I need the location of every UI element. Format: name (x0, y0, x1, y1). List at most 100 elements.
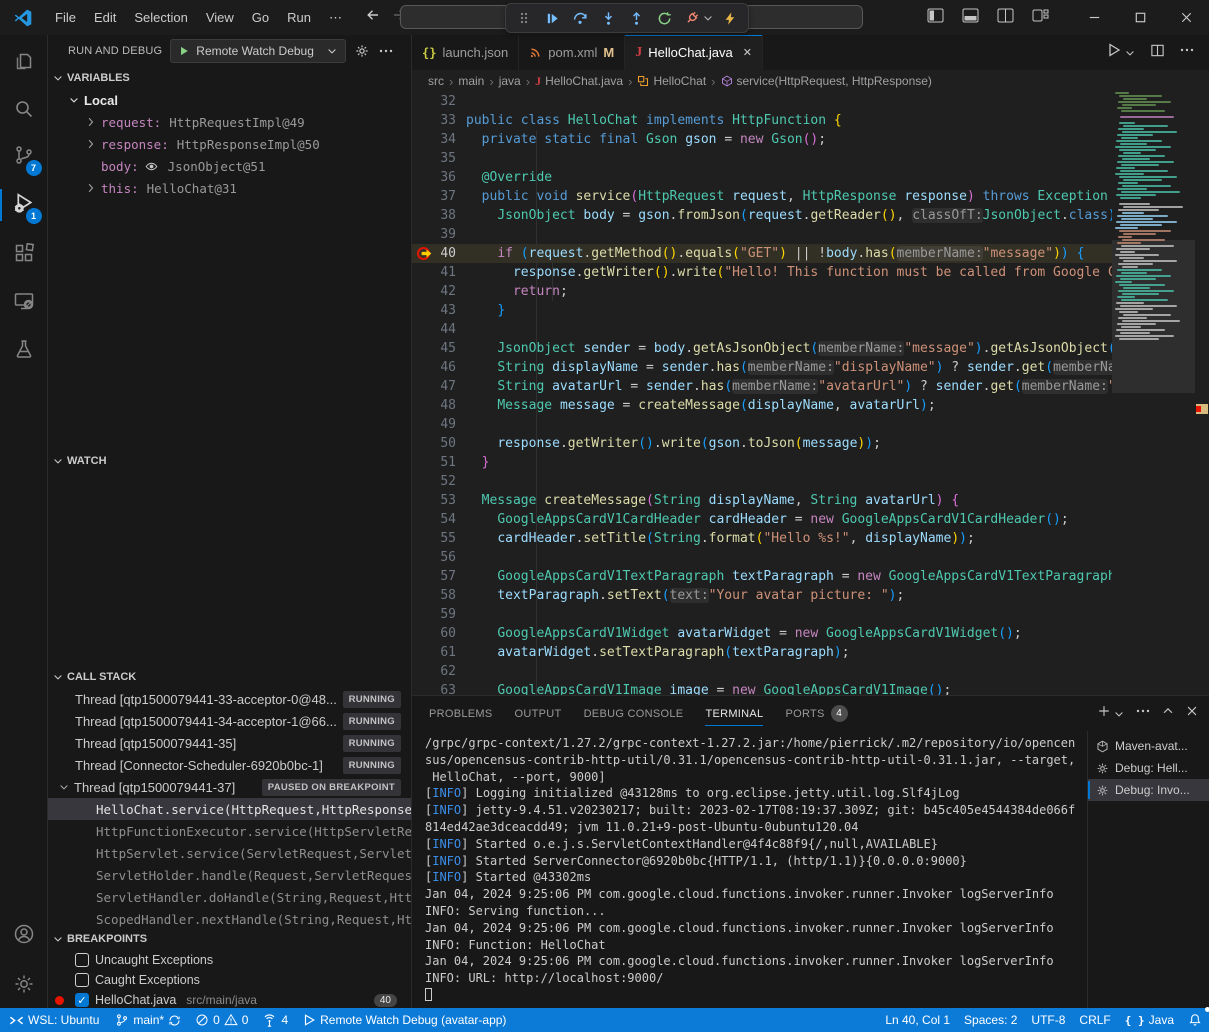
breakpoint-row[interactable]: ✓HelloChat.javasrc/main/java40 (48, 990, 411, 1008)
line-number[interactable]: 35 (438, 149, 456, 168)
breakpoint-margin[interactable] (412, 244, 438, 263)
panel-tab-ports[interactable]: PORTS4 (785, 696, 847, 731)
breakpoint-margin[interactable] (412, 662, 438, 681)
debug-restart-button[interactable] (652, 6, 676, 30)
breakpoint-margin[interactable] (412, 643, 438, 662)
thread-row[interactable]: Thread [Connector-Scheduler-6920b0bc-1]R… (48, 754, 411, 776)
language-mode-status[interactable]: { }Java (1118, 1008, 1181, 1032)
menu-item-[interactable]: ⋯ (320, 6, 351, 30)
start-debug-icon[interactable] (178, 45, 190, 57)
line-number[interactable]: 60 (438, 624, 456, 643)
line-number[interactable]: 36 (438, 168, 456, 187)
search-icon[interactable] (0, 85, 48, 133)
thread-row[interactable]: Thread [qtp1500079441-35]RUNNING (48, 732, 411, 754)
variable-row[interactable]: body:JsonObject@51 (48, 155, 411, 177)
launch-config-dropdown[interactable]: Remote Watch Debug (170, 39, 346, 63)
maximize-panel-icon[interactable] (1161, 704, 1175, 723)
new-terminal-button[interactable] (1097, 704, 1125, 723)
terminal-list-item[interactable]: Debug: Hell... (1088, 757, 1209, 779)
breakpoint-margin[interactable] (412, 320, 438, 339)
debug-stop-chevron-icon[interactable] (702, 6, 714, 30)
panel-tab-terminal[interactable]: TERMINAL (705, 696, 763, 731)
accounts-icon[interactable] (0, 910, 48, 958)
customize-layout-icon[interactable] (1032, 8, 1049, 28)
line-number[interactable]: 39 (438, 225, 456, 244)
line-number[interactable]: 62 (438, 662, 456, 681)
thread-row[interactable]: Thread [qtp1500079441-37]PAUSED ON BREAK… (48, 776, 411, 798)
minimap[interactable] (1112, 92, 1195, 695)
debug-disconnect-button[interactable] (680, 6, 704, 30)
stack-frame[interactable]: HttpFunctionExecutor.service(HttpServlet… (48, 820, 411, 842)
variables-header[interactable]: VARIABLES (48, 67, 411, 89)
breakpoint-margin[interactable] (412, 491, 438, 510)
stack-frame[interactable]: HelloChat.service(HttpRequest,HttpRespon… (48, 798, 411, 820)
stack-frame[interactable]: ScopedHandler.nextHandle(String,Request,… (48, 908, 411, 928)
debug-step-over-button[interactable] (568, 6, 592, 30)
maximize-button[interactable] (1117, 0, 1163, 35)
line-number[interactable]: 55 (438, 529, 456, 548)
breadcrumb-item[interactable]: src (428, 74, 444, 88)
line-number[interactable]: 53 (438, 491, 456, 510)
breakpoint-row[interactable]: Uncaught Exceptions (48, 950, 411, 970)
run-java-button[interactable] (1106, 42, 1136, 63)
line-number[interactable]: 38 (438, 206, 456, 225)
indentation-status[interactable]: Spaces: 2 (957, 1008, 1024, 1032)
line-number[interactable]: 54 (438, 510, 456, 529)
line-number[interactable]: 41 (438, 263, 456, 282)
terminal-list-item[interactable]: Debug: Invo... (1088, 779, 1209, 801)
cursor-position-status[interactable]: Ln 40, Col 1 (878, 1008, 957, 1032)
git-branch-status[interactable]: main* (108, 1008, 188, 1032)
line-number[interactable]: 57 (438, 567, 456, 586)
breakpoint-margin[interactable] (412, 187, 438, 206)
breakpoint-margin[interactable] (412, 377, 438, 396)
views-more-actions-icon[interactable] (378, 43, 394, 59)
breakpoint-margin[interactable] (412, 586, 438, 605)
code-editor[interactable]: 3233public class HelloChat implements Ht… (412, 92, 1209, 695)
eol-status[interactable]: CRLF (1072, 1008, 1117, 1032)
testing-icon[interactable] (0, 325, 48, 373)
breakpoint-margin[interactable] (412, 624, 438, 643)
breakpoints-header[interactable]: BREAKPOINTS (48, 928, 411, 950)
breakpoint-margin[interactable] (412, 415, 438, 434)
forwarded-ports-status[interactable]: 4 (255, 1008, 295, 1032)
editor-tab-pom-xml[interactable]: pom.xmlM (519, 35, 625, 70)
breakpoint-row[interactable]: Caught Exceptions (48, 970, 411, 990)
toggle-sidebar-icon[interactable] (927, 8, 944, 28)
breakpoint-margin[interactable] (412, 149, 438, 168)
debug-continue-button[interactable] (540, 6, 564, 30)
breakpoint-margin[interactable] (412, 548, 438, 567)
breakpoint-checkbox[interactable] (75, 953, 89, 967)
menu-item-edit[interactable]: Edit (85, 6, 125, 29)
close-button[interactable] (1163, 0, 1209, 35)
notifications-bell-icon[interactable] (1181, 1008, 1209, 1032)
watch-header[interactable]: WATCH (48, 450, 411, 472)
breakpoint-margin[interactable] (412, 111, 438, 130)
breadcrumb-item[interactable]: main (458, 74, 484, 88)
variable-row[interactable]: response:HttpResponseImpl@50 (48, 133, 411, 155)
back-button[interactable] (365, 7, 381, 28)
breakpoint-margin[interactable] (412, 567, 438, 586)
breadcrumb-item[interactable]: HelloChat (637, 74, 706, 88)
panel-more-actions-icon[interactable] (1135, 703, 1151, 724)
breakpoint-margin[interactable] (412, 472, 438, 491)
terminal-list-item[interactable]: Maven-avat... (1088, 735, 1209, 757)
eye-icon[interactable] (145, 160, 158, 173)
line-number[interactable]: 40 (438, 244, 456, 263)
line-number[interactable]: 37 (438, 187, 456, 206)
editor-tab-hellochat-java[interactable]: JHelloChat.java✕ (625, 35, 763, 70)
debug-session-status[interactable]: Remote Watch Debug (avatar-app) (295, 1008, 513, 1032)
menu-item-go[interactable]: Go (243, 6, 278, 29)
breakpoint-margin[interactable] (412, 168, 438, 187)
panel-tab-problems[interactable]: PROBLEMS (429, 696, 493, 731)
menu-item-selection[interactable]: Selection (125, 6, 196, 29)
breadcrumb-item[interactable]: service(HttpRequest, HttpResponse) (721, 74, 932, 88)
line-number[interactable]: 33 (438, 111, 456, 130)
line-number[interactable]: 34 (438, 130, 456, 149)
close-icon[interactable]: ✕ (743, 46, 752, 59)
breakpoint-margin[interactable] (412, 358, 438, 377)
split-editor-icon[interactable] (1150, 43, 1165, 63)
toolbar-grip-handle[interactable] (512, 6, 536, 30)
breakpoint-margin[interactable] (412, 453, 438, 472)
source-control-icon[interactable]: 7 (0, 133, 48, 181)
close-panel-icon[interactable] (1185, 704, 1199, 723)
